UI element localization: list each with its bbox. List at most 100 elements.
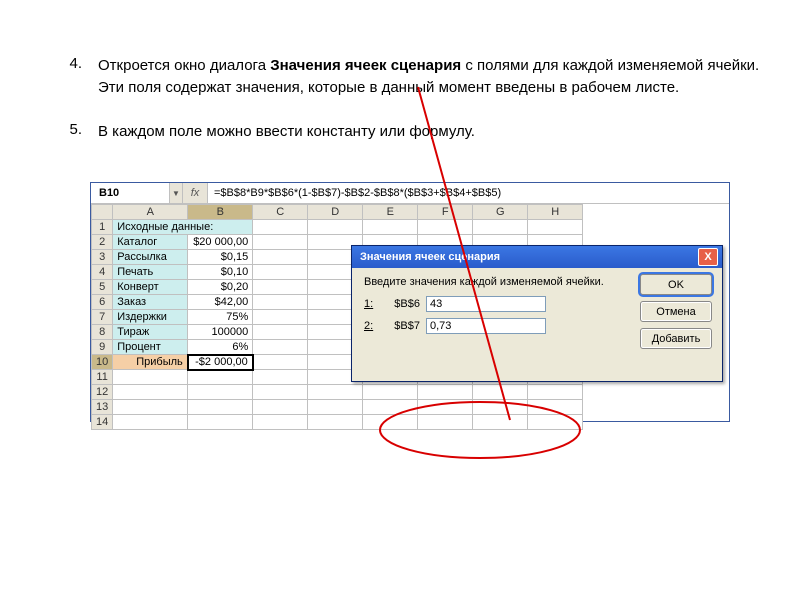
cell[interactable] <box>253 370 308 385</box>
cell[interactable]: Рассылка <box>113 250 188 265</box>
cell[interactable] <box>113 400 188 415</box>
cell[interactable]: $20 000,00 <box>188 235 253 250</box>
name-box[interactable]: B10 <box>91 183 170 203</box>
cell[interactable] <box>308 385 363 400</box>
cell[interactable] <box>363 220 418 235</box>
cell[interactable]: $0,20 <box>188 280 253 295</box>
cell[interactable]: Исходные данные: <box>113 220 253 235</box>
cell[interactable] <box>473 400 528 415</box>
row-header[interactable]: 14 <box>92 415 113 430</box>
p4-text-a: Откроется окно диалога <box>98 57 270 74</box>
cell[interactable] <box>253 340 308 355</box>
cell[interactable]: Каталог <box>113 235 188 250</box>
cell[interactable] <box>473 220 528 235</box>
cell[interactable] <box>253 235 308 250</box>
col-header-C[interactable]: C <box>253 205 308 220</box>
cell[interactable]: Издержки <box>113 310 188 325</box>
row-header[interactable]: 5 <box>92 280 113 295</box>
p4-text-bold: Значения ячеек сценария <box>270 57 461 74</box>
row-header[interactable]: 6 <box>92 295 113 310</box>
value-input-2[interactable] <box>426 318 546 334</box>
cell[interactable] <box>113 370 188 385</box>
row-header[interactable]: 7 <box>92 310 113 325</box>
cell[interactable] <box>253 295 308 310</box>
cell[interactable]: 6% <box>188 340 253 355</box>
cell[interactable] <box>363 385 418 400</box>
cell[interactable] <box>113 385 188 400</box>
slide: 4. Откроется окно диалога Значения ячеек… <box>0 0 800 600</box>
col-header-A[interactable]: A <box>113 205 188 220</box>
row-header[interactable]: 10 <box>92 355 113 370</box>
row-header[interactable]: 11 <box>92 370 113 385</box>
cell[interactable]: Тираж <box>113 325 188 340</box>
cell[interactable]: $0,15 <box>188 250 253 265</box>
row-header[interactable]: 12 <box>92 385 113 400</box>
cell[interactable] <box>363 400 418 415</box>
cell[interactable]: 100000 <box>188 325 253 340</box>
cell[interactable]: Заказ <box>113 295 188 310</box>
col-header-B[interactable]: B <box>188 205 253 220</box>
cell[interactable]: Печать <box>113 265 188 280</box>
col-header-D[interactable]: D <box>308 205 363 220</box>
row-header[interactable]: 4 <box>92 265 113 280</box>
row-header[interactable]: 8 <box>92 325 113 340</box>
cell[interactable]: $42,00 <box>188 295 253 310</box>
row-header[interactable]: 3 <box>92 250 113 265</box>
cell[interactable] <box>253 400 308 415</box>
cell[interactable] <box>253 385 308 400</box>
cell[interactable] <box>473 385 528 400</box>
cell[interactable] <box>418 220 473 235</box>
row-header[interactable]: 1 <box>92 220 113 235</box>
row-header[interactable]: 13 <box>92 400 113 415</box>
cell[interactable] <box>418 400 473 415</box>
cell[interactable]: 75% <box>188 310 253 325</box>
cell[interactable] <box>308 400 363 415</box>
cell[interactable] <box>188 370 253 385</box>
cell[interactable]: Процент <box>113 340 188 355</box>
cell[interactable] <box>253 310 308 325</box>
cell[interactable]: $0,10 <box>188 265 253 280</box>
cell-ref: $B$6 <box>380 298 426 310</box>
cell[interactable] <box>253 220 308 235</box>
cell[interactable] <box>253 355 308 370</box>
value-input-1[interactable] <box>426 296 546 312</box>
ok-button[interactable]: OK <box>640 274 712 295</box>
cell[interactable] <box>253 325 308 340</box>
cell[interactable] <box>528 220 583 235</box>
cell[interactable] <box>308 415 363 430</box>
col-header-H[interactable]: H <box>528 205 583 220</box>
cell[interactable] <box>188 400 253 415</box>
cell[interactable] <box>253 280 308 295</box>
col-header-E[interactable]: E <box>363 205 418 220</box>
cell[interactable] <box>188 385 253 400</box>
row-header[interactable]: 9 <box>92 340 113 355</box>
fx-label: fx <box>183 183 208 203</box>
formula-value[interactable]: =$B$8*B9*$B$6*(1-$B$7)-$B$2-$B$8*($B$3+$… <box>208 183 729 203</box>
cell[interactable] <box>418 415 473 430</box>
cell[interactable] <box>188 415 253 430</box>
cell[interactable] <box>528 385 583 400</box>
cell-selected[interactable]: -$2 000,00 <box>188 355 253 370</box>
close-icon[interactable]: X <box>698 248 718 266</box>
cell[interactable] <box>113 415 188 430</box>
cell[interactable] <box>363 415 418 430</box>
cell[interactable]: Конверт <box>113 280 188 295</box>
cell[interactable] <box>473 415 528 430</box>
cell[interactable] <box>253 415 308 430</box>
name-box-dropdown-icon[interactable]: ▼ <box>170 183 183 203</box>
cell[interactable]: Прибыль <box>113 355 188 370</box>
col-header-F[interactable]: F <box>418 205 473 220</box>
cell[interactable] <box>308 220 363 235</box>
cell[interactable] <box>253 265 308 280</box>
scenario-values-dialog: Значения ячеек сценария X Введите значен… <box>351 245 723 382</box>
cell[interactable] <box>528 415 583 430</box>
add-button[interactable]: Добавить <box>640 328 712 349</box>
row-header[interactable]: 2 <box>92 235 113 250</box>
cancel-button[interactable]: Отмена <box>640 301 712 322</box>
dialog-titlebar[interactable]: Значения ячеек сценария X <box>352 246 722 268</box>
cell[interactable] <box>418 385 473 400</box>
cell[interactable] <box>253 250 308 265</box>
col-header-G[interactable]: G <box>473 205 528 220</box>
corner-cell[interactable] <box>92 205 113 220</box>
cell[interactable] <box>528 400 583 415</box>
